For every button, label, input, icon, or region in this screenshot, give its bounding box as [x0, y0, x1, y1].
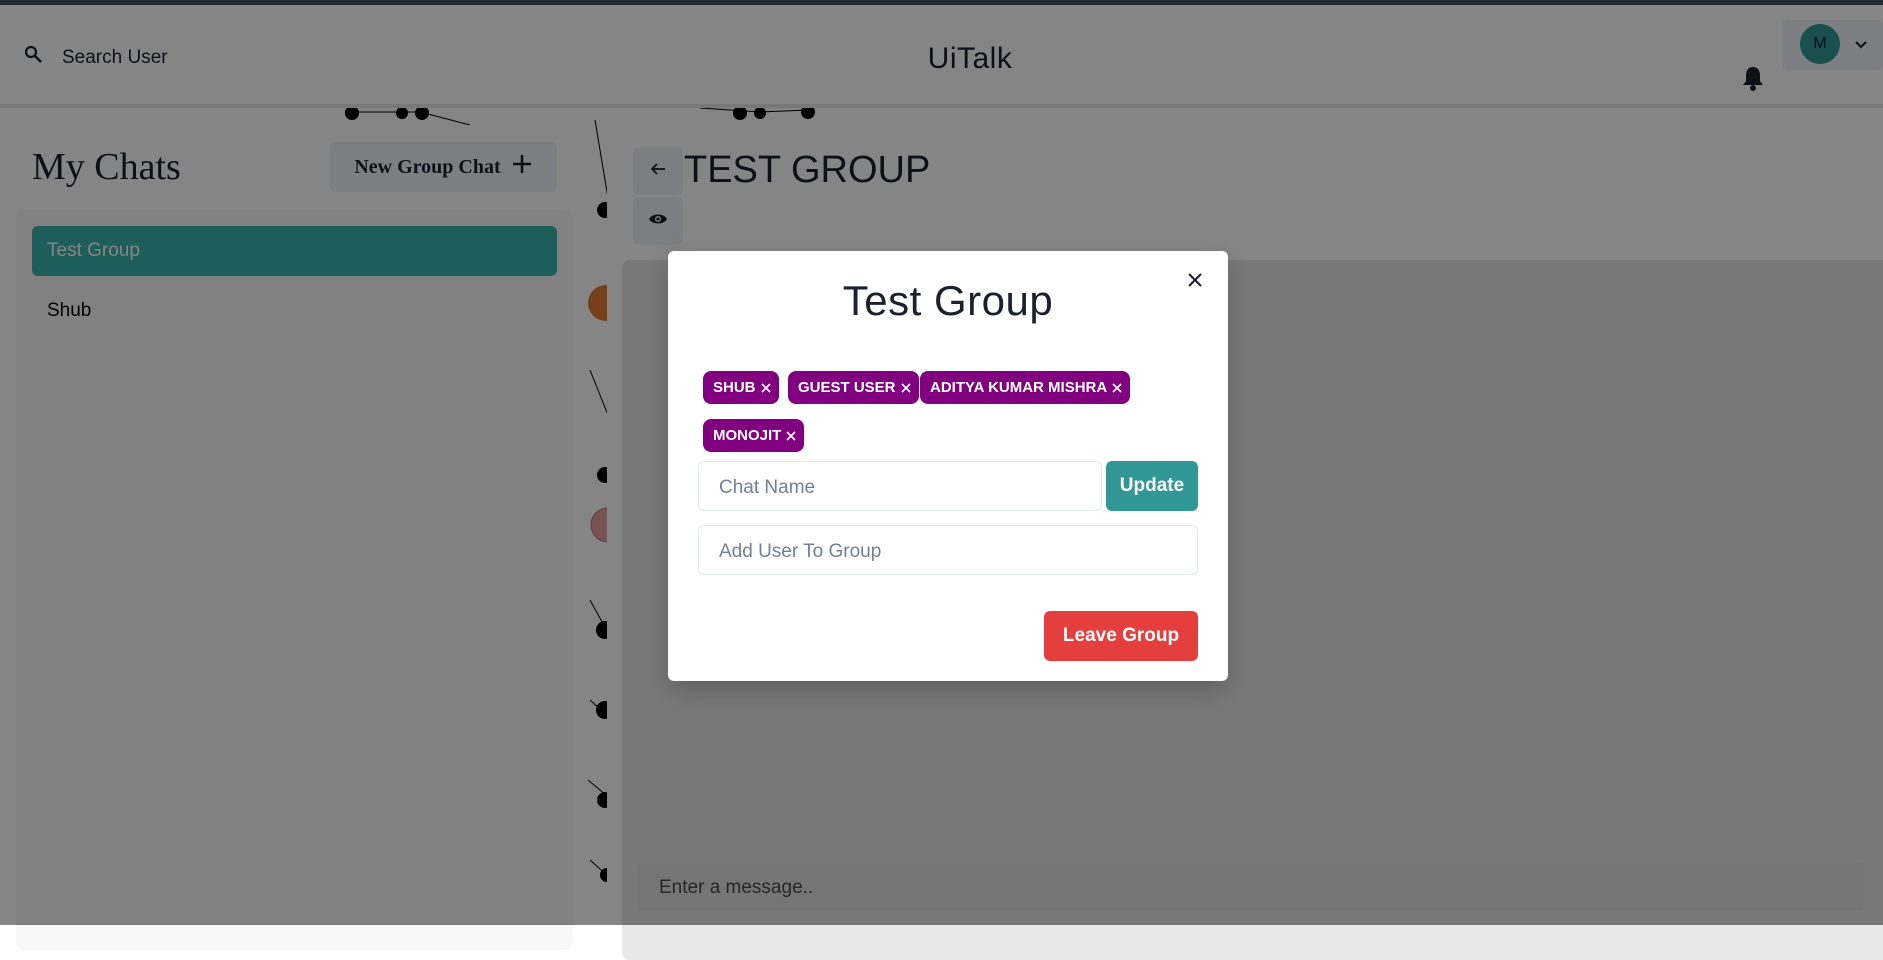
- member-name: MONOJIT: [713, 427, 782, 444]
- remove-member-icon[interactable]: [785, 430, 797, 442]
- group-settings-modal: Test Group SHUB GUEST USER ADITYA KUMAR …: [668, 251, 1228, 681]
- remove-member-icon[interactable]: [1111, 382, 1123, 394]
- member-badge: SHUB: [703, 371, 779, 404]
- chat-name-input[interactable]: Chat Name: [698, 461, 1102, 511]
- close-button[interactable]: [1180, 267, 1210, 297]
- remove-member-icon[interactable]: [760, 382, 772, 394]
- update-button[interactable]: Update: [1106, 461, 1198, 511]
- leave-group-button[interactable]: Leave Group: [1044, 611, 1198, 661]
- member-name: ADITYA KUMAR MISHRA: [930, 379, 1108, 396]
- member-name: GUEST USER: [798, 379, 896, 396]
- member-name: SHUB: [713, 379, 756, 396]
- remove-member-icon[interactable]: [900, 382, 912, 394]
- close-icon: [1187, 272, 1203, 293]
- member-badge: GUEST USER: [788, 371, 919, 404]
- member-badge: ADITYA KUMAR MISHRA: [920, 371, 1131, 404]
- add-user-input[interactable]: Add User To Group: [698, 525, 1198, 575]
- member-badge: MONOJIT: [703, 419, 805, 452]
- modal-title: Test Group: [842, 277, 1054, 324]
